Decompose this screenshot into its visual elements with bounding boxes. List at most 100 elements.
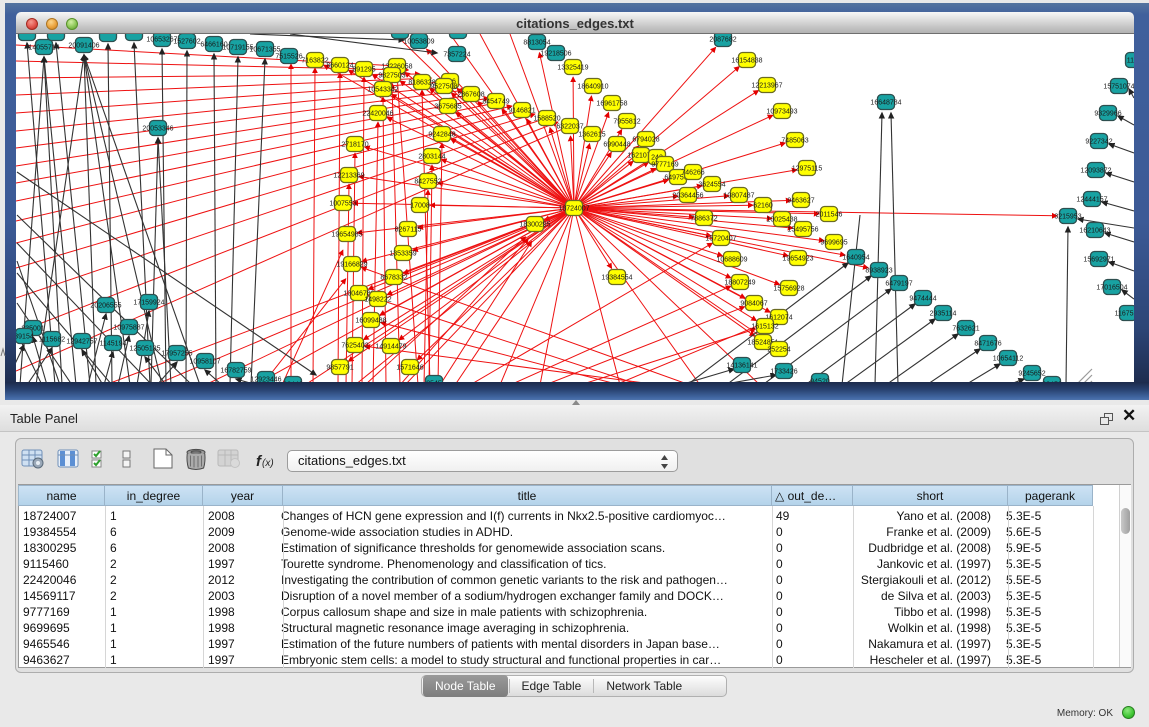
svg-text:10975887: 10975887 — [113, 325, 144, 332]
svg-text:20206555: 20206555 — [90, 303, 121, 310]
svg-text:10671355: 10671355 — [249, 47, 280, 54]
svg-text:14136141: 14136141 — [726, 363, 757, 370]
svg-text:19166829: 19166829 — [336, 262, 367, 269]
svg-text:6794028: 6794028 — [632, 137, 659, 144]
svg-text:17957255: 17957255 — [161, 351, 192, 358]
svg-text:1145194: 1145194 — [100, 341, 127, 348]
svg-text:7886372: 7886372 — [690, 216, 717, 223]
svg-text:14055714: 14055714 — [28, 45, 59, 52]
svg-text:15756928: 15756928 — [773, 286, 804, 293]
svg-text:9329966: 9329966 — [1094, 111, 1121, 118]
svg-text:12505135: 12505135 — [129, 346, 160, 353]
svg-text:1588520: 1588520 — [533, 116, 560, 123]
svg-text:15495756: 15495756 — [787, 227, 818, 234]
svg-text:62160: 62160 — [753, 203, 773, 210]
svg-text:746266: 746266 — [681, 170, 704, 177]
svg-text:12093872: 12093872 — [1080, 168, 1111, 175]
svg-text:15692971: 15692971 — [1083, 257, 1114, 264]
svg-text:10958107: 10958107 — [189, 359, 220, 366]
svg-text:14914479: 14914479 — [375, 344, 406, 351]
svg-text:10543342: 10543342 — [367, 87, 398, 94]
svg-text:8427552: 8427552 — [414, 179, 441, 186]
svg-text:22420046: 22420046 — [362, 111, 393, 118]
svg-text:18724007: 18724007 — [558, 206, 589, 213]
svg-text:16154838: 16154838 — [731, 58, 762, 65]
svg-text:9857791: 9857791 — [326, 365, 353, 372]
svg-text:(x): (x) — [262, 458, 274, 469]
svg-text:9463627: 9463627 — [787, 198, 814, 205]
svg-text:3215953: 3215953 — [1054, 214, 1081, 221]
svg-text:15751074: 15751074 — [1103, 84, 1134, 91]
svg-text:12942757: 12942757 — [66, 339, 97, 346]
svg-text:39154: 39154 — [16, 334, 34, 341]
svg-text:12213369: 12213369 — [333, 173, 364, 180]
svg-text:8660124: 8660124 — [326, 63, 353, 70]
svg-text:7485063: 7485063 — [781, 138, 808, 145]
svg-text:1167535: 1167535 — [1115, 311, 1134, 318]
svg-text:1362615: 1362615 — [578, 132, 605, 139]
svg-text:2087682: 2087682 — [709, 37, 736, 44]
svg-text:3675685: 3675685 — [434, 104, 461, 111]
svg-text:8267115: 8267115 — [395, 227, 422, 234]
svg-text:9527508: 9527508 — [430, 84, 457, 91]
svg-text:10053809: 10053809 — [403, 39, 434, 46]
svg-text:16210643: 16210643 — [1079, 228, 1110, 235]
svg-text:1498222: 1498222 — [364, 297, 391, 304]
svg-text:8454749: 8454749 — [482, 99, 509, 106]
svg-text:9227342: 9227342 — [1085, 139, 1112, 146]
svg-text:16648784: 16648784 — [870, 100, 901, 107]
svg-text:9146821: 9146821 — [508, 108, 535, 115]
svg-text:20053346: 20053346 — [142, 126, 173, 133]
svg-text:1007553: 1007553 — [329, 201, 356, 208]
svg-text:7515526: 7515526 — [275, 54, 302, 61]
svg-text:252254: 252254 — [767, 347, 790, 354]
svg-text:1115682: 1115682 — [39, 337, 65, 344]
svg-text:9777169: 9777169 — [651, 162, 678, 169]
svg-text:12213967: 12213967 — [751, 83, 782, 90]
svg-text:16782759: 16782759 — [220, 368, 251, 375]
svg-text:6322037: 6322037 — [556, 124, 583, 131]
svg-text:9699695: 9699695 — [820, 240, 847, 247]
svg-text:3624554: 3624554 — [698, 182, 725, 189]
svg-text:7163822: 7163822 — [301, 58, 328, 65]
svg-text:19654985: 19654985 — [331, 232, 362, 239]
svg-text:9827503: 9827503 — [378, 73, 405, 80]
svg-text:7357224: 7357224 — [443, 52, 470, 59]
svg-text:1615132: 1615132 — [751, 324, 778, 331]
svg-text:20364456: 20364456 — [672, 193, 703, 200]
svg-text:8813054: 8813054 — [523, 40, 550, 47]
svg-text:10973493: 10973493 — [766, 109, 797, 116]
svg-text:2935114: 2935114 — [930, 311, 957, 318]
svg-text:9474444: 9474444 — [909, 296, 936, 303]
svg-text:17159924: 17159924 — [133, 300, 164, 307]
svg-text:12444157: 12444157 — [1076, 197, 1107, 204]
svg-text:1112: 1112 — [1127, 58, 1134, 65]
svg-text:18640910: 18640910 — [577, 84, 608, 91]
svg-text:19654923: 19654923 — [782, 256, 813, 263]
svg-text:1571646: 1571646 — [396, 365, 423, 372]
svg-text:10807487: 10807487 — [723, 193, 754, 200]
svg-text:19384554: 19384554 — [601, 275, 632, 282]
svg-text:10025438: 10025438 — [766, 217, 797, 224]
svg-text:2803144: 2803144 — [418, 154, 445, 161]
svg-text:16961758: 16961758 — [596, 101, 627, 108]
svg-text:8938923: 8938923 — [865, 268, 892, 275]
svg-text:1733426: 1733426 — [770, 369, 797, 376]
svg-text:8471676: 8471676 — [974, 341, 1001, 348]
svg-text:6479197: 6479197 — [885, 281, 912, 288]
svg-text:18807249: 18807249 — [724, 280, 755, 287]
svg-text:1640954: 1640954 — [842, 255, 869, 262]
svg-text:1527602: 1527602 — [173, 39, 200, 46]
svg-text:9084067: 9084067 — [740, 301, 767, 308]
svg-text:2718170: 2718170 — [341, 142, 368, 149]
svg-text:17016504: 17016504 — [1096, 285, 1127, 292]
svg-text:18300295: 18300295 — [519, 222, 550, 229]
svg-text:7955812: 7955812 — [613, 119, 640, 126]
svg-text:7625402: 7625402 — [341, 343, 368, 350]
svg-text:19218506: 19218506 — [540, 51, 571, 58]
svg-text:16099488: 16099488 — [355, 318, 386, 325]
svg-text:9245652: 9245652 — [1018, 371, 1045, 378]
svg-text:1353359: 1353359 — [389, 251, 416, 258]
svg-text:2867608: 2867608 — [457, 92, 484, 99]
svg-text:17008: 17008 — [410, 203, 430, 210]
